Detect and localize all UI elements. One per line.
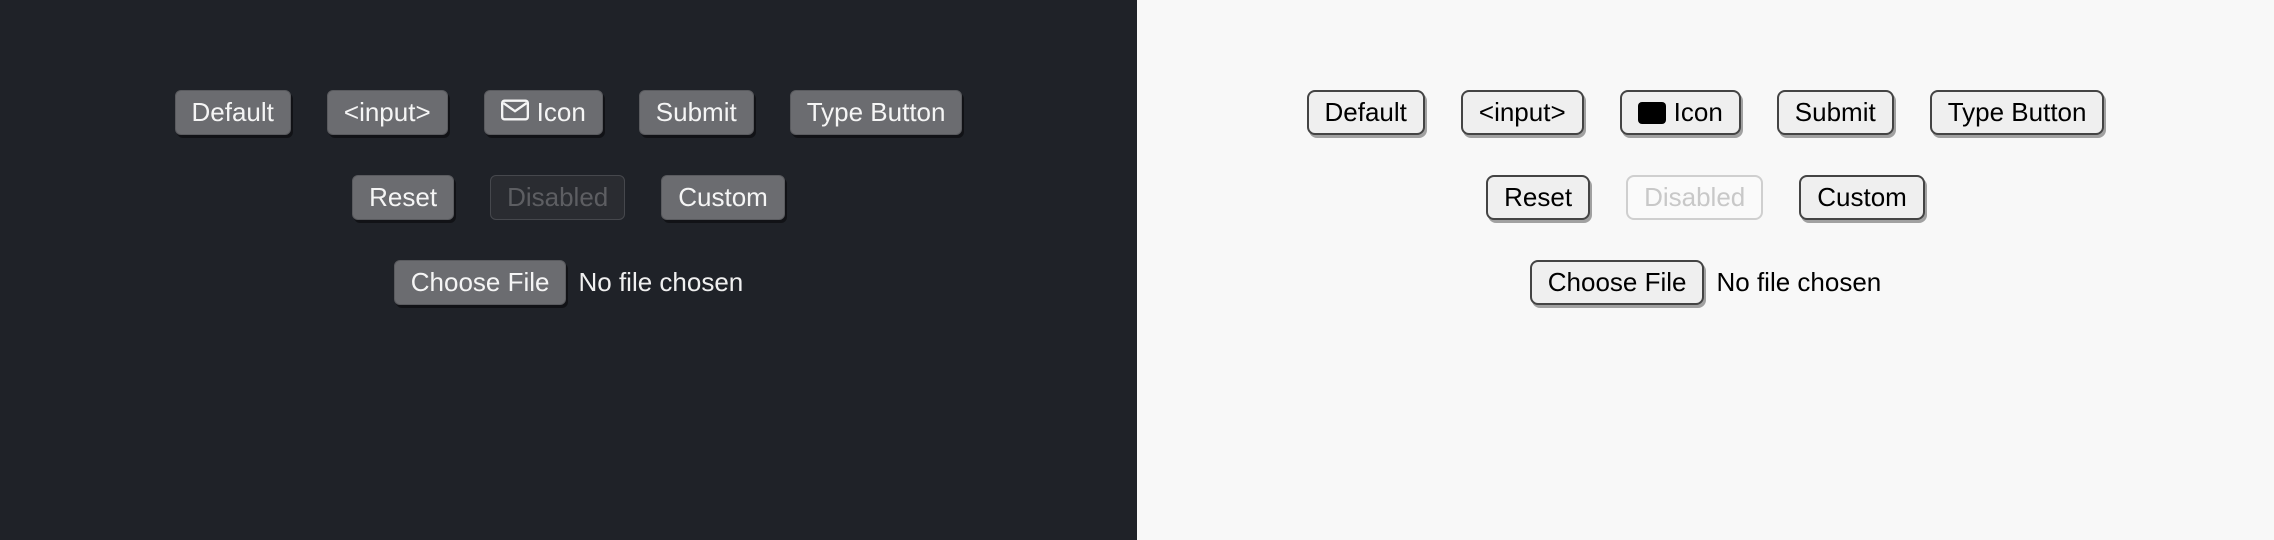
- default-button[interactable]: Default: [1307, 90, 1425, 135]
- submit-button[interactable]: [1777, 90, 1894, 135]
- type-button[interactable]: Type Button: [1930, 90, 2105, 135]
- dark-row-2: Disabled Custom: [352, 175, 785, 220]
- custom-button-label: Custom: [678, 182, 768, 213]
- mail-icon: [501, 97, 529, 128]
- input-button[interactable]: [1461, 90, 1584, 135]
- file-input[interactable]: Choose File No file chosen: [1530, 260, 1882, 305]
- icon-button[interactable]: Icon: [484, 90, 603, 135]
- disabled-button: Disabled: [1626, 175, 1763, 220]
- disabled-button-label: Disabled: [507, 182, 608, 213]
- default-button[interactable]: Default: [175, 90, 291, 135]
- dark-row-1: Default Icon Type Button: [175, 90, 963, 135]
- light-panel: Default Icon Type Button Disabled Custom…: [1137, 0, 2274, 540]
- custom-button[interactable]: Custom: [661, 175, 785, 220]
- input-button[interactable]: [327, 90, 448, 135]
- reset-button[interactable]: [1486, 175, 1590, 220]
- dark-panel: Default Icon Type Button Disabled Custom…: [0, 0, 1137, 540]
- light-row-1: Default Icon Type Button: [1307, 90, 2105, 135]
- default-button-label: Default: [1325, 97, 1407, 128]
- type-button-label: Type Button: [807, 97, 946, 128]
- default-button-label: Default: [192, 97, 274, 128]
- light-row-3: Choose File No file chosen: [1530, 260, 1882, 305]
- file-status-text: No file chosen: [578, 267, 743, 298]
- dark-row-3: Choose File No file chosen: [394, 260, 744, 305]
- type-button[interactable]: Type Button: [790, 90, 963, 135]
- mail-icon: [1638, 102, 1666, 124]
- type-button-label: Type Button: [1948, 97, 2087, 128]
- disabled-button: Disabled: [490, 175, 625, 220]
- icon-button-label: Icon: [1674, 97, 1723, 128]
- choose-file-button[interactable]: Choose File: [1530, 260, 1705, 305]
- file-status-text: No file chosen: [1716, 267, 1881, 298]
- file-input[interactable]: Choose File No file chosen: [394, 260, 744, 305]
- icon-button[interactable]: Icon: [1620, 90, 1741, 135]
- choose-file-button[interactable]: Choose File: [394, 260, 567, 305]
- disabled-button-label: Disabled: [1644, 182, 1745, 213]
- light-row-2: Disabled Custom: [1486, 175, 1925, 220]
- custom-button-label: Custom: [1817, 182, 1907, 213]
- custom-button[interactable]: Custom: [1799, 175, 1925, 220]
- submit-button[interactable]: [639, 90, 754, 135]
- icon-button-label: Icon: [537, 97, 586, 128]
- reset-button[interactable]: [352, 175, 454, 220]
